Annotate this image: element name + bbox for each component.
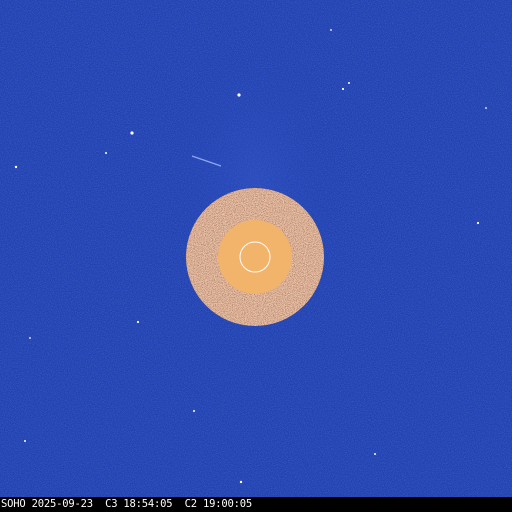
star [193,410,195,412]
star [237,93,241,97]
star [341,87,345,91]
star [330,29,332,31]
star [485,107,487,109]
star [136,320,140,324]
image-caption: SOHO 2025-09-23 C3 18:54:05 C2 19:00:05 [1,498,252,510]
coronagraph-image: SOHO 2025-09-23 C3 18:54:05 C2 19:00:05 [0,0,512,512]
star [348,82,350,84]
caption-bar: SOHO 2025-09-23 C3 18:54:05 C2 19:00:05 [0,497,512,512]
star [29,337,31,339]
star [105,152,107,154]
star [14,165,18,169]
star [24,440,26,442]
occulter-disk-icon [218,220,292,294]
coronagraph-field [0,0,512,497]
star [130,131,134,135]
star [476,221,480,225]
occulter [186,188,324,326]
star [374,453,376,455]
star [239,480,243,484]
